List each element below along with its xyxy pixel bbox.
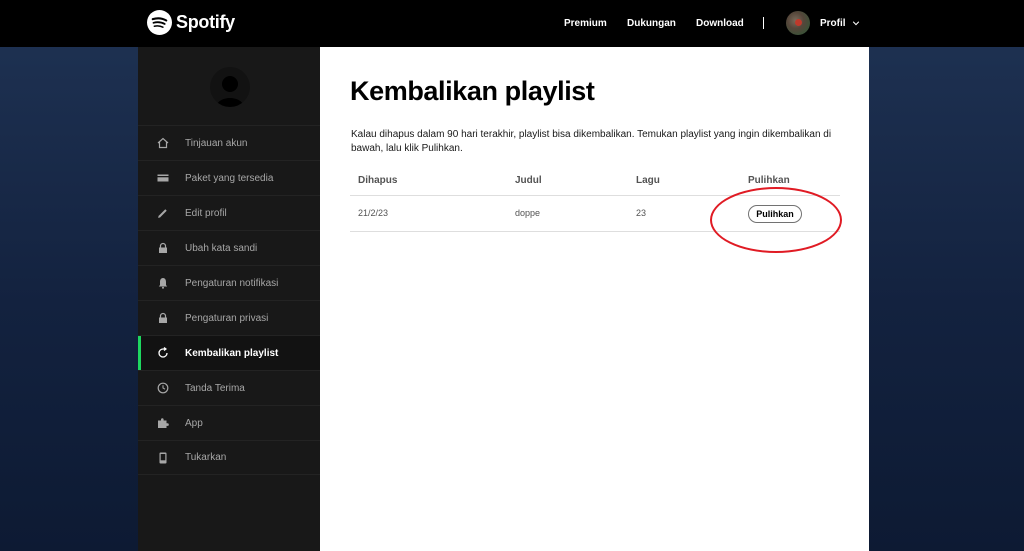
column-header-title: Judul <box>515 175 542 186</box>
nav-premium-link[interactable]: Premium <box>564 18 607 29</box>
logo-text: Spotify <box>176 12 235 32</box>
sidebar-avatar <box>210 67 250 107</box>
sidebar-menu: Tinjauan akun Paket yang tersedia Edit p… <box>138 125 320 475</box>
card-icon <box>157 174 169 182</box>
sidebar-item-notification-settings[interactable]: Pengaturan notifikasi <box>138 265 320 300</box>
song-count-cell: 23 <box>636 208 647 218</box>
sidebar-item-label: App <box>185 417 203 429</box>
playlist-title-cell: doppe <box>515 208 541 218</box>
sidebar-item-label: Kembalikan playlist <box>185 347 279 359</box>
column-header-deleted: Dihapus <box>358 175 398 186</box>
account-sidebar: Tinjauan akun Paket yang tersedia Edit p… <box>138 47 320 551</box>
sidebar-item-edit-profile[interactable]: Edit profil <box>138 195 320 230</box>
highlight-annotation-circle <box>710 187 842 253</box>
sidebar-item-privacy-settings[interactable]: Pengaturan privasi <box>138 300 320 335</box>
sidebar-item-label: Tukarkan <box>185 452 227 463</box>
nav-support-link[interactable]: Dukungan <box>627 18 676 29</box>
sidebar-item-label: Tanda Terima <box>185 382 245 394</box>
sidebar-item-label: Paket yang tersedia <box>185 172 274 184</box>
sidebar-item-label: Edit profil <box>185 207 227 219</box>
lock-icon <box>159 312 167 323</box>
main-content: Kembalikan playlist Kalau dihapus dalam … <box>320 47 869 551</box>
pencil-icon <box>158 209 167 218</box>
page-description: Kalau dihapus dalam 90 hari terakhir, pl… <box>351 129 832 154</box>
column-header-restore: Pulihkan <box>748 175 790 186</box>
home-icon <box>157 137 169 149</box>
sidebar-item-redeem[interactable]: Tukarkan <box>138 440 320 475</box>
sidebar-item-receipts[interactable]: Tanda Terima <box>138 370 320 405</box>
spotify-logo[interactable]: Spotify <box>147 10 235 35</box>
user-avatar <box>786 11 810 35</box>
chevron-down-icon <box>852 21 859 26</box>
bell-icon <box>158 278 168 289</box>
sidebar-item-change-password[interactable]: Ubah kata sandi <box>138 230 320 265</box>
column-header-songs: Lagu <box>636 175 660 186</box>
sidebar-item-label: Pengaturan privasi <box>185 312 269 324</box>
profile-menu-button[interactable]: Profil <box>786 11 860 35</box>
refresh-icon <box>158 347 168 358</box>
nav-divider <box>763 17 764 29</box>
phone-icon <box>159 452 167 464</box>
profile-label: Profil <box>820 17 846 29</box>
spotify-logo-icon <box>147 10 172 35</box>
page-title: Kembalikan playlist <box>350 76 595 106</box>
sidebar-item-label: Ubah kata sandi <box>185 242 258 254</box>
sidebar-item-label: Tinjauan akun <box>185 137 248 149</box>
sidebar-item-account-overview[interactable]: Tinjauan akun <box>138 125 320 160</box>
top-navigation-bar: Spotify Premium Dukungan Download Profil <box>0 0 1024 47</box>
puzzle-icon <box>158 418 169 428</box>
deleted-date-cell: 21/2/23 <box>358 208 389 218</box>
user-icon <box>216 76 244 107</box>
lock-icon <box>159 242 167 253</box>
nav-download-link[interactable]: Download <box>696 18 744 29</box>
clock-icon <box>157 382 169 394</box>
sidebar-item-available-plans[interactable]: Paket yang tersedia <box>138 160 320 195</box>
sidebar-item-recover-playlists[interactable]: Kembalikan playlist <box>138 335 320 370</box>
sidebar-item-label: Pengaturan notifikasi <box>185 277 279 289</box>
sidebar-item-apps[interactable]: App <box>138 405 320 440</box>
